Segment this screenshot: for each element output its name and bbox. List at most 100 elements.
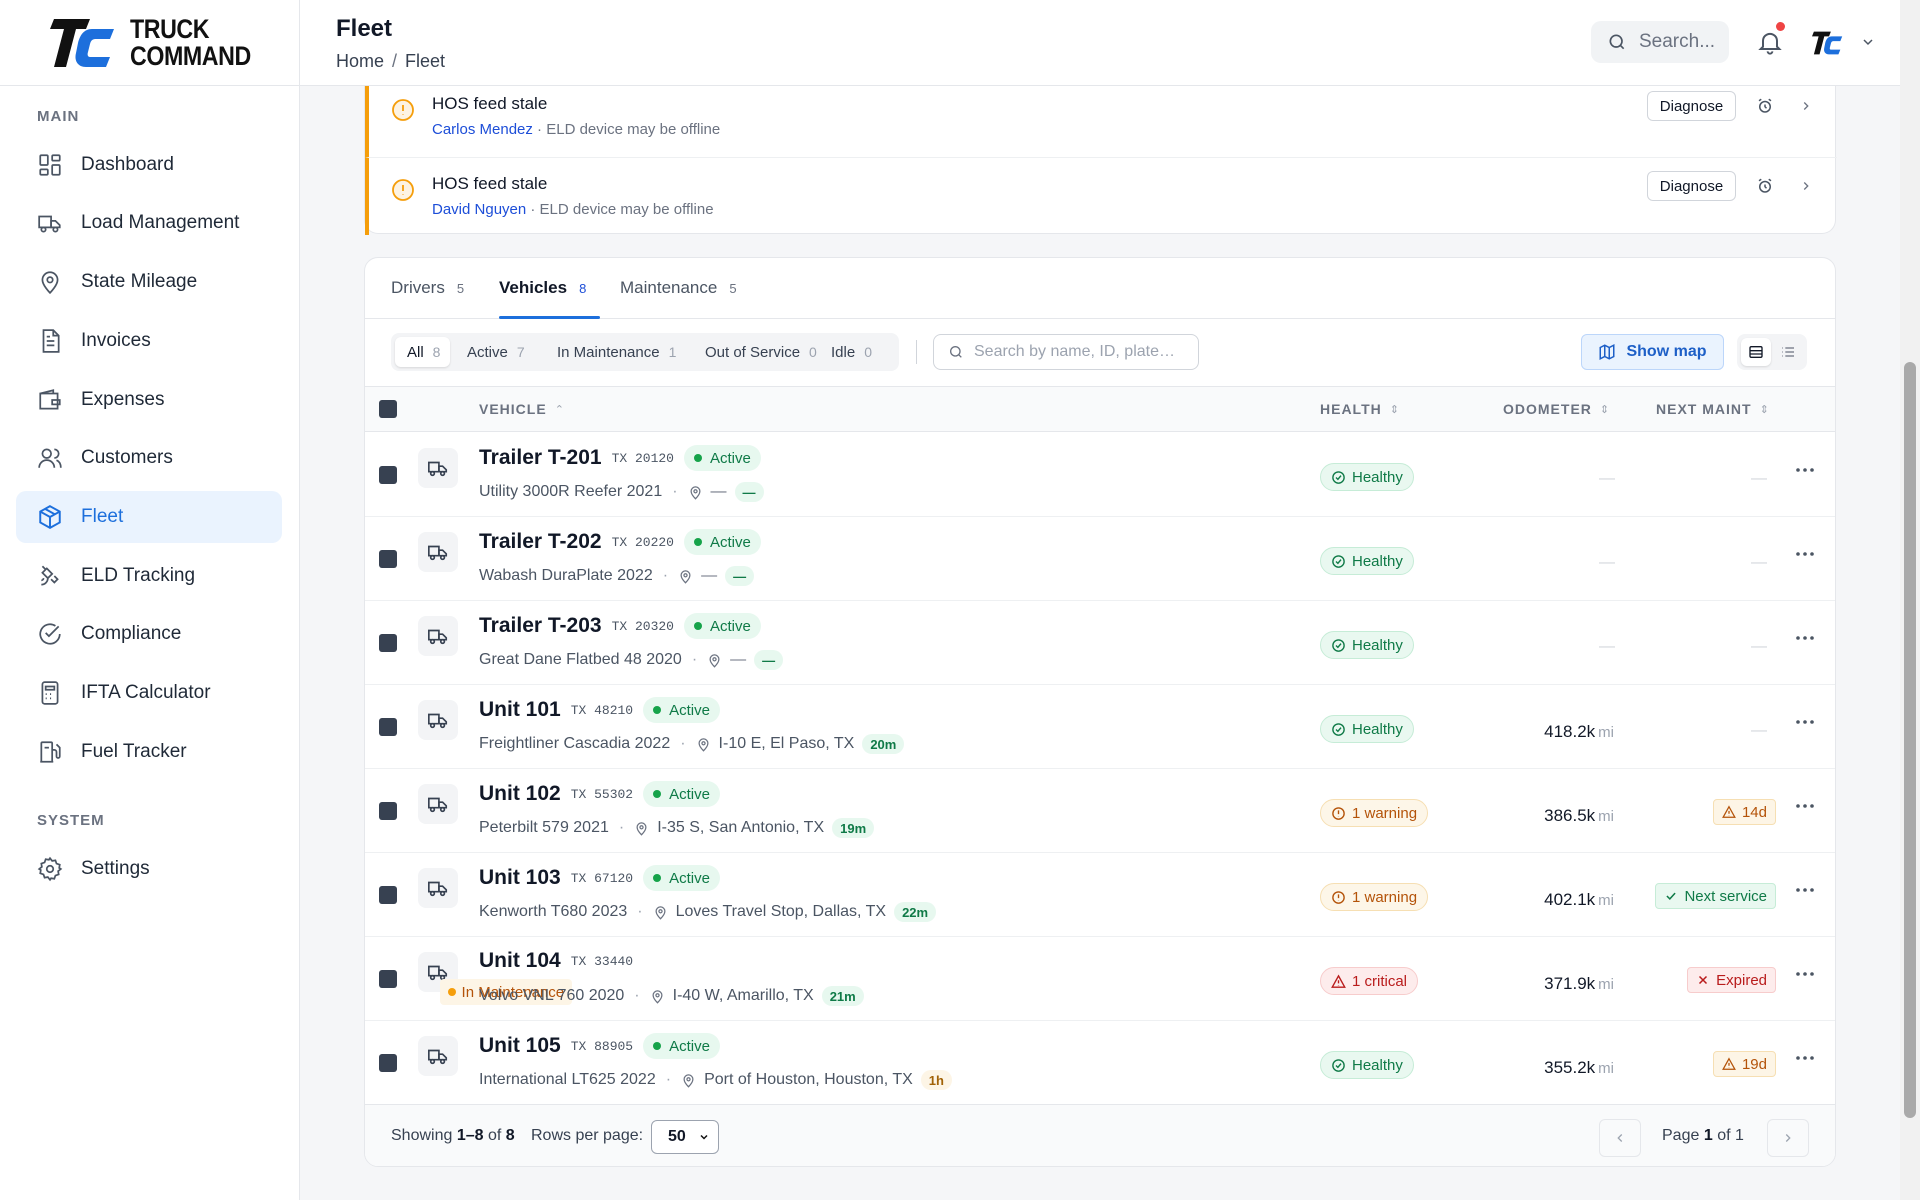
snooze-alarm-icon[interactable] [1756, 177, 1774, 195]
sidebar-item-state-mileage[interactable]: State Mileage [16, 256, 282, 308]
vehicle-name[interactable]: Unit 102 [479, 782, 561, 806]
more-options-icon[interactable] [1795, 717, 1815, 727]
row-checkbox[interactable] [379, 1054, 397, 1072]
vehicle-name[interactable]: Unit 101 [479, 698, 561, 722]
more-options-icon[interactable] [1795, 969, 1815, 979]
filter-active[interactable]: Active 7 [455, 337, 535, 367]
filter-idle[interactable]: Idle 0 [819, 337, 882, 367]
table-row[interactable]: Trailer T-202 TX 20220 Active Wabash DuraPl… [365, 517, 1835, 601]
sidebar-item-compliance[interactable]: Compliance [16, 608, 282, 660]
table-row[interactable]: Unit 102 TX 55302 Active Peterbilt 579 2021… [365, 769, 1835, 853]
tab-vehicles[interactable]: Vehicles 8 [499, 278, 586, 298]
sidebar-item-fleet[interactable]: Fleet [16, 491, 282, 543]
next-page-button[interactable] [1767, 1119, 1809, 1157]
list-view-button[interactable] [1773, 338, 1803, 366]
table-row[interactable]: Trailer T-203 TX 20320 Active Great Dane Fl… [365, 601, 1835, 685]
more-options-icon[interactable] [1795, 549, 1815, 559]
chevron-down-icon[interactable] [1860, 34, 1876, 50]
vehicle-name[interactable]: Unit 103 [479, 866, 561, 890]
health-badge[interactable]: Healthy [1320, 715, 1414, 743]
filter-in-maintenance[interactable]: In Maintenance 1 [545, 337, 686, 367]
row-checkbox[interactable] [379, 466, 397, 484]
table-row[interactable]: Unit 105 TX 88905 Active International LT62… [365, 1021, 1835, 1105]
vehicle-name[interactable]: Trailer T-203 [479, 614, 602, 638]
alert-item[interactable]: HOS feed stale Carlos Mendez · ELD devic… [365, 86, 1837, 164]
box-icon [39, 505, 61, 529]
sidebar-item-fuel-tracker[interactable]: Fuel Tracker [16, 726, 282, 778]
select-all-checkbox[interactable] [379, 400, 397, 418]
vehicle-name[interactable]: Trailer T-201 [479, 446, 602, 470]
bell-icon[interactable] [1756, 28, 1784, 56]
health-badge[interactable]: Healthy [1320, 547, 1414, 575]
separator-dot: · [634, 987, 640, 1004]
snooze-alarm-icon[interactable] [1756, 97, 1774, 115]
vehicle-search-input[interactable]: Search by name, ID, plate… [933, 334, 1199, 370]
more-options-icon[interactable] [1795, 465, 1815, 475]
sidebar-item-settings[interactable]: Settings [16, 843, 282, 895]
scrollbar-thumb[interactable] [1904, 362, 1916, 1118]
table-row[interactable]: Trailer T-201 TX 20120 Active Utility 3000R… [365, 433, 1835, 517]
table-row[interactable]: Unit 101 TX 48210 Active Freightliner Casca… [365, 685, 1835, 769]
more-options-icon[interactable] [1795, 633, 1815, 643]
health-badge[interactable]: Healthy [1320, 463, 1414, 491]
vehicle-model: Kenworth T680 2023 [479, 903, 628, 920]
sidebar-item-dashboard[interactable]: Dashboard [16, 139, 282, 191]
next-maint-badge[interactable]: Expired [1687, 967, 1776, 993]
avatar[interactable] [1812, 28, 1846, 58]
health-badge[interactable]: 1 critical [1320, 967, 1419, 995]
more-options-icon[interactable] [1795, 1053, 1815, 1063]
tab-maintenance[interactable]: Maintenance 5 [620, 278, 737, 298]
table-view-button[interactable] [1741, 338, 1771, 366]
table-row[interactable]: Unit 103 TX 67120 Active Kenworth T680 2023… [365, 853, 1835, 937]
diagnose-button[interactable]: Diagnose [1647, 91, 1736, 121]
row-checkbox[interactable] [379, 970, 397, 988]
row-checkbox[interactable] [379, 886, 397, 904]
truck-icon [38, 215, 61, 233]
row-checkbox[interactable] [379, 634, 397, 652]
brand-logo[interactable]: TRUCK COMMAND [0, 0, 299, 86]
sidebar-item-expenses[interactable]: Expenses [16, 374, 282, 426]
row-checkbox[interactable] [379, 802, 397, 820]
next-maint-badge[interactable]: 14d [1712, 799, 1776, 825]
tab-drivers[interactable]: Drivers 5 [391, 278, 464, 298]
rows-per-page-select[interactable]: 50 [651, 1120, 719, 1154]
row-checkbox[interactable] [379, 550, 397, 568]
table-row[interactable]: Unit 104 TX 33440 In Maintenance Volvo VNL … [365, 937, 1835, 1021]
breadcrumb-home[interactable]: Home [336, 51, 384, 72]
filter-count: 1 [668, 344, 677, 360]
alert-item[interactable]: HOS feed stale David Nguyen · ELD device… [365, 157, 1837, 235]
next-maint-badge[interactable]: 19d [1712, 1051, 1776, 1077]
more-options-icon[interactable] [1795, 885, 1815, 895]
filter-out-of-service[interactable]: Out of Service 0 [693, 337, 827, 367]
status-dot [653, 706, 662, 714]
health-badge[interactable]: 1 warning [1320, 799, 1429, 827]
chevron-right-icon[interactable] [1799, 179, 1813, 193]
sidebar-item-customers[interactable]: Customers [16, 432, 282, 484]
alert-driver-link[interactable]: Carlos Mendez [432, 121, 533, 138]
vehicle-name[interactable]: Unit 105 [479, 1034, 561, 1058]
diagnose-button[interactable]: Diagnose [1647, 171, 1736, 201]
alert-subtitle: David Nguyen · ELD device may be offline [432, 201, 714, 218]
row-checkbox[interactable] [379, 718, 397, 736]
column-health[interactable]: HEALTH ⇕ [1320, 401, 1399, 417]
column-next-maint[interactable]: NEXT MAINT ⇕ [1656, 401, 1769, 417]
global-search[interactable]: Search... [1591, 21, 1729, 63]
prev-page-button[interactable] [1599, 1119, 1641, 1157]
health-badge[interactable]: Healthy [1320, 1051, 1414, 1079]
health-badge[interactable]: Healthy [1320, 631, 1414, 659]
sidebar-item-invoices[interactable]: Invoices [16, 315, 282, 367]
more-options-icon[interactable] [1795, 801, 1815, 811]
show-map-button[interactable]: Show map [1581, 334, 1724, 370]
sidebar-item-ifta-calculator[interactable]: IFTA Calculator [16, 667, 282, 719]
alert-driver-link[interactable]: David Nguyen [432, 201, 526, 218]
vehicle-name[interactable]: Trailer T-202 [479, 530, 602, 554]
sidebar-item-eld-tracking[interactable]: ELD Tracking [16, 550, 282, 602]
vehicle-name[interactable]: Unit 104 [479, 949, 561, 973]
column-odometer[interactable]: ODOMETER ⇕ [1503, 401, 1609, 417]
health-badge[interactable]: 1 warning [1320, 883, 1429, 911]
sidebar-item-load-management[interactable]: Load Management [16, 197, 282, 249]
chevron-right-icon[interactable] [1799, 99, 1813, 113]
filter-all[interactable]: All 8 [395, 337, 451, 367]
column-vehicle[interactable]: VEHICLE ⌃ [479, 401, 564, 417]
next-maint-badge[interactable]: Next service [1655, 883, 1776, 909]
